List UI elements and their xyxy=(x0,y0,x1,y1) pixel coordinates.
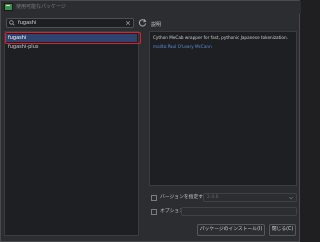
app-icon xyxy=(4,3,13,11)
options-checkbox[interactable] xyxy=(151,209,157,215)
description-panel: Cython MeCab wrapper for fast, pythonic … xyxy=(149,31,297,186)
version-checkbox[interactable] xyxy=(151,195,157,201)
package-list[interactable]: fugashi fugashi-plus xyxy=(4,31,141,236)
clear-search-icon[interactable] xyxy=(125,20,131,26)
options-row: オプション xyxy=(151,207,297,217)
window-title: 使用可能なパッケージ xyxy=(16,4,66,10)
package-name: fugashi-plus xyxy=(8,44,39,50)
search-icon xyxy=(9,20,15,26)
title-bar: 使用可能なパッケージ xyxy=(1,1,301,14)
package-item-fugashi-plus[interactable]: fugashi-plus xyxy=(6,43,137,51)
close-button[interactable]: 閉じる(C) xyxy=(269,224,296,236)
available-packages-dialog: 使用可能なパッケージ fugashi fugashi-plus 説明 Cytho… xyxy=(0,0,301,242)
options-input[interactable] xyxy=(181,207,297,216)
package-item-fugashi[interactable]: fugashi xyxy=(6,34,137,42)
search-input[interactable] xyxy=(18,19,122,27)
description-text: Cython MeCab wrapper for fast, pythonic … xyxy=(153,35,288,40)
install-package-button[interactable]: パッケージのインストール(I) xyxy=(197,224,265,236)
version-option-row: バージョンを指定する 2.4.0 xyxy=(151,193,297,203)
refresh-icon[interactable] xyxy=(138,18,147,27)
version-label: バージョンを指定する xyxy=(160,195,208,200)
description-label: 説明 xyxy=(151,22,162,28)
search-box[interactable] xyxy=(6,18,134,28)
version-select[interactable]: 2.4.0 xyxy=(203,193,297,202)
chevron-down-icon xyxy=(288,196,294,200)
package-name: fugashi xyxy=(8,35,27,41)
version-value: 2.4.0 xyxy=(207,195,219,200)
author-link[interactable]: mailto:Paul O'Leary McCann xyxy=(153,44,293,50)
